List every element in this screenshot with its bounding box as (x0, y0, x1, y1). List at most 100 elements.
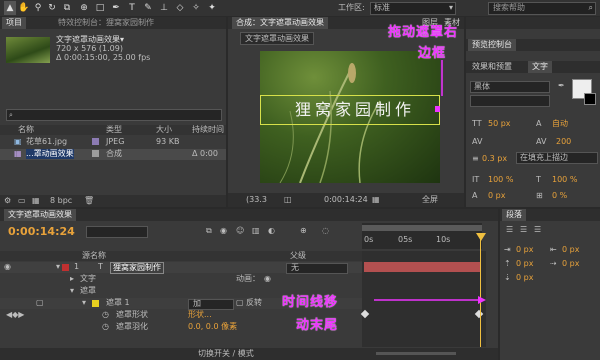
mask-keyframe[interactable] (474, 309, 484, 319)
layer-row[interactable]: ◉ ▾ 1 T 狸窝家园制作 无 (0, 262, 362, 274)
project-search-input[interactable]: ⌕ (6, 109, 222, 121)
tab-effects-controls[interactable]: 特效控制台：狸窝家园制作 (54, 17, 158, 29)
visibility-eye-icon[interactable]: ◉ (4, 262, 11, 272)
tab-paragraph[interactable]: 段落 (502, 209, 526, 221)
comp-name-tab[interactable]: 文字遮罩动画效果 (240, 32, 314, 45)
space-after-value[interactable]: 0 px (516, 273, 533, 283)
col-parent[interactable]: 父级 (290, 251, 306, 261)
mask-handle-right[interactable] (435, 106, 440, 112)
rectangle-mask-tool-icon[interactable]: □ (94, 1, 106, 15)
animate-label[interactable]: 动画： (236, 274, 260, 284)
align-center-icon[interactable]: ☰ (520, 225, 527, 235)
font-size-value[interactable]: 50 px (488, 119, 511, 129)
selection-tool-icon[interactable]: ▲ (4, 1, 16, 15)
eyedropper-icon[interactable]: ✒ (558, 81, 565, 91)
comp-mini-flowchart-icon[interactable]: ⧉ (206, 226, 212, 236)
align-left-icon[interactable]: ☰ (506, 225, 513, 235)
invert-checkbox[interactable]: ▢ (236, 298, 244, 308)
mask-color-swatch[interactable] (92, 300, 99, 307)
timeline-ruler[interactable]: 0s 05s 10s (362, 223, 482, 249)
baseline-value[interactable]: 0 px (488, 191, 505, 201)
keyframe-nav-icon[interactable]: ◀◆▶ (6, 310, 24, 320)
tab-project[interactable]: 项目 (2, 17, 26, 29)
brainstorm-icon[interactable]: ◌ (322, 226, 329, 236)
lock-toggle[interactable]: ▢ (36, 298, 44, 308)
timeline-timecode[interactable]: 0:00:14:24 (8, 225, 75, 238)
pan-behind-tool-icon[interactable]: ⊕ (78, 1, 90, 15)
trash-icon[interactable]: 🗑 (84, 196, 94, 206)
col-layer-name[interactable]: 源名称 (82, 251, 106, 261)
parent-select[interactable]: 无 (286, 263, 348, 274)
layer-label-color[interactable] (62, 264, 69, 271)
text-property-row[interactable]: ▸ 文字 动画： ◉ (0, 274, 362, 285)
stopwatch-icon[interactable]: ◷ (102, 322, 109, 332)
new-comp-icon[interactable]: ▦ (32, 196, 40, 206)
animate-arrow-icon[interactable]: ◉ (264, 274, 271, 284)
zoom-tool-icon[interactable]: ⚲ (32, 1, 44, 15)
stopwatch-icon[interactable]: ◷ (102, 310, 109, 320)
tracking-value[interactable]: 200 (556, 137, 571, 147)
stroke-color-swatch[interactable] (584, 93, 596, 105)
stroke-width-value[interactable]: 0.3 px (482, 154, 507, 164)
interpret-footage-icon[interactable]: ⚙ (4, 196, 11, 206)
motion-blur-icon[interactable]: ◐ (268, 226, 275, 236)
playhead[interactable] (480, 235, 481, 347)
roto-brush-tool-icon[interactable]: ✧ (190, 1, 202, 15)
layer-name[interactable]: 狸窝家园制作 (110, 262, 164, 274)
font-family-select[interactable]: 黑体 (470, 81, 550, 93)
zoom-slider[interactable] (376, 352, 456, 355)
tab-composition[interactable]: 合成：文字遮罩动画效果 (232, 17, 328, 29)
camera-icon[interactable]: ▦ (372, 195, 380, 205)
graph-editor-icon[interactable]: ⊕ (300, 226, 307, 236)
draft-3d-icon[interactable]: ◉ (220, 226, 227, 236)
mask-mode-select[interactable]: 加 (188, 299, 234, 310)
frame-blending-icon[interactable]: ▥ (252, 226, 260, 236)
rotate-tool-icon[interactable]: ↻ (46, 1, 58, 15)
comp-canvas[interactable]: 狸窝家园制作 (260, 51, 440, 183)
horizontal-scale-value[interactable]: 100 % (552, 175, 577, 185)
tab-preview[interactable]: 预览控制台 (468, 39, 516, 51)
playhead-handle[interactable] (476, 233, 486, 241)
expand-arrow-icon[interactable]: ▸ (70, 274, 74, 284)
mask-shape-value[interactable]: 形状... (188, 310, 212, 320)
bpc-label[interactable]: 8 bpc (50, 196, 72, 206)
camera-tool-icon[interactable]: ⧉ (60, 1, 74, 15)
workspace-select[interactable]: 标准 ▾ (370, 2, 456, 15)
mask-feather-value[interactable]: 0.0, 0.0 像素 (188, 322, 237, 332)
col-type[interactable]: 类型 (106, 125, 122, 135)
first-line-value[interactable]: 0 px (562, 259, 579, 269)
work-area-bar[interactable] (362, 225, 482, 231)
mask-name[interactable]: 遮罩 1 (106, 298, 130, 308)
align-right-icon[interactable]: ☰ (534, 225, 541, 235)
clone-tool-icon[interactable]: ⊥ (158, 1, 170, 15)
col-size[interactable]: 大小 (156, 125, 172, 135)
col-duration[interactable]: 持续时间 (192, 125, 224, 135)
mask-keyframe[interactable] (360, 309, 370, 319)
tab-character[interactable]: 文字 (528, 61, 552, 73)
view-select[interactable]: 全屏 (422, 195, 438, 205)
font-style-select[interactable] (470, 95, 550, 107)
snapshot-icon[interactable]: ◫ (284, 195, 292, 205)
track-area[interactable] (360, 251, 486, 347)
col-name[interactable]: 名称 (18, 125, 34, 135)
comp-title-text[interactable]: 狸窝家园制作 (280, 99, 430, 121)
expand-arrow-icon[interactable]: ▾ (70, 286, 74, 296)
indent-right-value[interactable]: 0 px (562, 245, 579, 255)
space-before-value[interactable]: 0 px (516, 259, 533, 269)
pen-tool-icon[interactable]: ✒ (110, 1, 122, 15)
hand-tool-icon[interactable]: ✋ (18, 1, 30, 15)
tab-timeline-comp[interactable]: 文字遮罩动画效果 (4, 209, 76, 221)
layer-duration-bar[interactable] (364, 262, 480, 272)
current-time[interactable]: 0:00:14:24 (324, 195, 368, 205)
expand-arrow-icon[interactable]: ▾ (82, 298, 86, 308)
search-help-input[interactable]: 搜索帮助 ⌕ (488, 2, 596, 15)
text-tool-icon[interactable]: T (126, 1, 138, 15)
puppet-tool-icon[interactable]: ✦ (206, 1, 218, 15)
stroke-mode-select[interactable]: 在填充上描边 (516, 152, 598, 164)
timeline-search-input[interactable] (86, 226, 148, 238)
brush-tool-icon[interactable]: ✎ (142, 1, 154, 15)
expand-arrow-icon[interactable]: ▾ (56, 262, 60, 272)
shy-icon[interactable]: ☺ (236, 226, 244, 236)
vertical-scale-value[interactable]: 100 % (488, 175, 513, 185)
leading-value[interactable]: 自动 (552, 119, 568, 129)
